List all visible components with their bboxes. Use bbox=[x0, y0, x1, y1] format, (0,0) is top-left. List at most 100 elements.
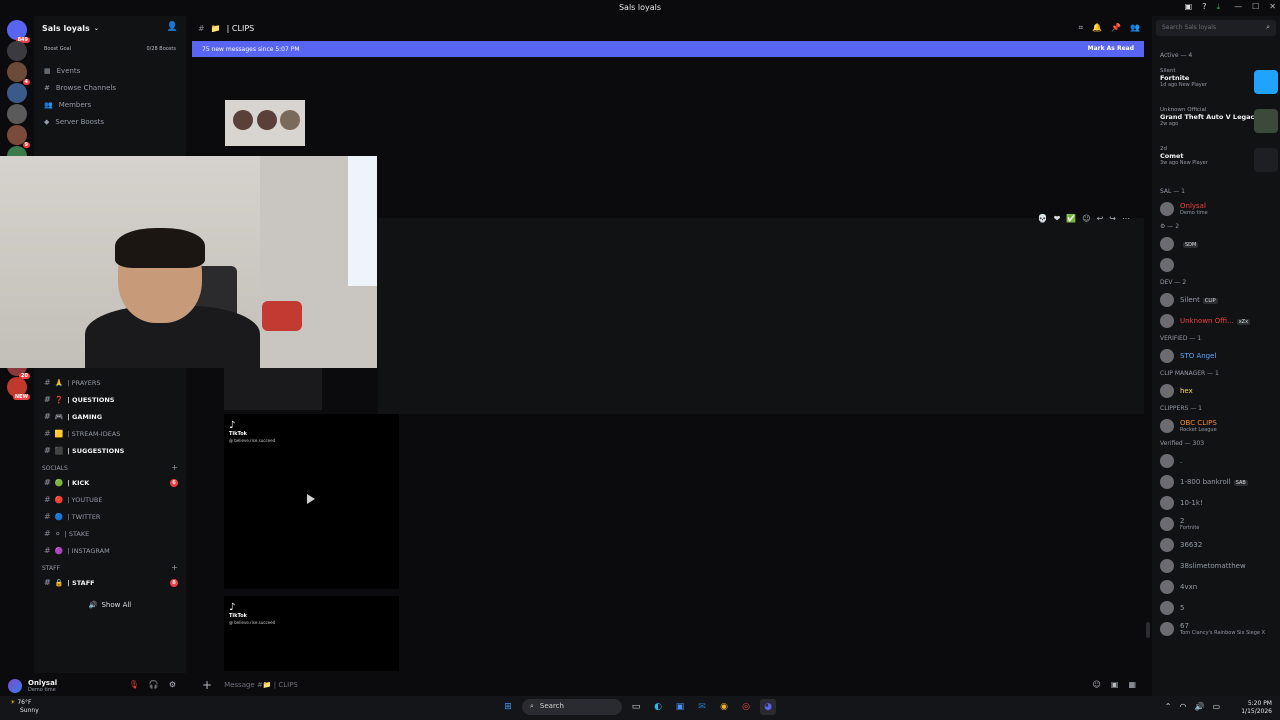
member-list-icon[interactable]: 👥 bbox=[1130, 23, 1140, 33]
forward-icon[interactable]: ↪ bbox=[1109, 214, 1116, 223]
reply-icon[interactable]: ↩ bbox=[1097, 214, 1104, 223]
inbox-icon[interactable]: ▣ bbox=[1185, 2, 1193, 12]
add-channel-icon[interactable]: + bbox=[171, 563, 178, 572]
store-icon[interactable]: ▣ bbox=[672, 699, 688, 715]
task-view-icon[interactable]: ▭ bbox=[628, 699, 644, 715]
discord-icon[interactable]: ◕ bbox=[760, 699, 776, 715]
chat-scrollbar[interactable] bbox=[1146, 622, 1150, 638]
help-icon[interactable]: ? bbox=[1202, 2, 1206, 12]
category-socials[interactable]: SOCIALS + bbox=[34, 459, 186, 474]
outlook-icon[interactable]: ✉ bbox=[694, 699, 710, 715]
apps-icon[interactable]: ▦ bbox=[1128, 680, 1136, 689]
channel-item[interactable]: # 🟨 | STREAM-IDEAS bbox=[34, 425, 186, 442]
member-item[interactable]: Onlysal Demo time bbox=[1160, 200, 1208, 218]
menu-item-server-boosts[interactable]: ◆ Server Boosts bbox=[34, 113, 186, 130]
server-icon[interactable]: 849 bbox=[7, 20, 30, 43]
headphones-icon[interactable]: 🎧 bbox=[149, 680, 159, 689]
more-options-icon[interactable]: ⋯ bbox=[1122, 214, 1130, 223]
server-icon[interactable] bbox=[7, 41, 27, 61]
activity-card[interactable]: Silent Fortnite 1d ago New Player bbox=[1160, 68, 1278, 104]
emoji-icon[interactable]: ☺ bbox=[1093, 680, 1101, 689]
member-item[interactable]: hex bbox=[1160, 382, 1193, 400]
bell-icon[interactable]: 🔔 bbox=[1092, 23, 1102, 33]
server-icon[interactable] bbox=[7, 83, 27, 103]
server-icon[interactable]: 9 bbox=[7, 125, 30, 148]
channel-item[interactable]: # 🔵 | TWITTER bbox=[34, 508, 186, 525]
heart-reaction-icon[interactable]: ❤ bbox=[1054, 214, 1061, 223]
add-member-icon[interactable]: 👤 bbox=[167, 22, 178, 32]
channel-item[interactable]: # ⚪ | STAKE bbox=[34, 525, 186, 542]
activity-card[interactable]: Unknown Official Grand Theft Auto V Legac… bbox=[1160, 107, 1278, 143]
activity-card[interactable]: 2d Comet 3w ago New Player bbox=[1160, 146, 1278, 182]
channel-item[interactable]: # 🔒 | STAFF 8 bbox=[34, 574, 186, 591]
member-item[interactable]: 36632 bbox=[1160, 536, 1202, 554]
new-messages-bar[interactable]: 75 new messages since 5:07 PM Mark As Re… bbox=[192, 41, 1144, 57]
member-item[interactable]: 1-800 bankroll SAB bbox=[1160, 473, 1248, 491]
category-staff[interactable]: STAFF + bbox=[34, 559, 186, 574]
chevron-up-icon[interactable]: ⌃ bbox=[1165, 702, 1172, 711]
member-item[interactable]: Silent CLIP bbox=[1160, 291, 1218, 309]
taskbar-search[interactable]: ⌕ Search bbox=[522, 699, 622, 715]
check-reaction-icon[interactable]: ✅ bbox=[1066, 214, 1076, 223]
user-avatar[interactable] bbox=[8, 678, 22, 693]
threads-icon[interactable]: ⌗ bbox=[1079, 23, 1084, 33]
attach-plus-icon[interactable]: + bbox=[202, 678, 212, 692]
channel-item[interactable]: # 🟢 | KICK 6 bbox=[34, 474, 186, 491]
close-button[interactable]: ✕ bbox=[1269, 2, 1276, 11]
start-icon[interactable]: ⊞ bbox=[500, 699, 516, 715]
channel-item[interactable]: # 🔴 | YOUTUBE bbox=[34, 491, 186, 508]
boost-goal[interactable]: Boost Goal 0/28 Boosts bbox=[34, 40, 186, 52]
tiktok-video-embed[interactable]: ♪ TikTok @ believe.rise.succeed bbox=[224, 414, 399, 589]
app-icon[interactable]: ◎ bbox=[738, 699, 754, 715]
member-item[interactable]: 2 Fortnite bbox=[1160, 515, 1199, 533]
member-item[interactable]: SDM bbox=[1160, 235, 1199, 253]
member-item[interactable]: STO Angel bbox=[1160, 347, 1216, 365]
weather-widget[interactable]: ☀ 76°F Sunny bbox=[10, 699, 39, 715]
member-item[interactable]: Unknown Offi... xZx bbox=[1160, 312, 1251, 330]
maximize-button[interactable]: ☐ bbox=[1252, 2, 1259, 11]
message-composer[interactable]: + Message #📁 | CLIPS ☺ ▣ ▦ bbox=[192, 674, 1144, 696]
pin-icon[interactable]: 📌 bbox=[1111, 23, 1121, 33]
member-item[interactable]: . bbox=[1160, 452, 1182, 470]
show-all-button[interactable]: 🔊 Show All bbox=[42, 595, 178, 615]
battery-icon[interactable]: ▭ bbox=[1212, 702, 1220, 711]
clip-thumbnail[interactable] bbox=[225, 100, 305, 146]
member-item[interactable]: 67 Tom Clancy's Rainbow Six Siege X bbox=[1160, 620, 1265, 638]
settings-gear-icon[interactable]: ⚙ bbox=[169, 680, 176, 689]
channel-item[interactable]: # 🙏 | PRAYERS bbox=[34, 374, 186, 391]
member-item[interactable]: 5 bbox=[1160, 599, 1184, 617]
skull-reaction-icon[interactable]: 💀 bbox=[1038, 214, 1048, 223]
mute-icon[interactable]: 🎙 bbox=[129, 680, 139, 689]
sticker-icon[interactable]: ▣ bbox=[1111, 680, 1119, 689]
download-icon[interactable]: ⤓ bbox=[1216, 2, 1220, 12]
channel-item[interactable]: # 🟣 | INSTAGRAM bbox=[34, 542, 186, 559]
hovered-message[interactable] bbox=[378, 218, 1144, 414]
play-icon[interactable] bbox=[307, 494, 315, 504]
member-item[interactable]: 10-1k! bbox=[1160, 494, 1203, 512]
menu-item-browse-channels[interactable]: # Browse Channels bbox=[34, 79, 186, 96]
clip-thumbnail[interactable] bbox=[224, 368, 322, 410]
member-item[interactable]: 4vxn bbox=[1160, 578, 1197, 596]
message-input[interactable]: Message #📁 | CLIPS bbox=[224, 681, 298, 689]
add-channel-icon[interactable]: + bbox=[171, 463, 178, 472]
volume-icon[interactable]: 🔊 bbox=[1194, 702, 1204, 711]
channel-item[interactable]: # 🎮 | GAMING bbox=[34, 408, 186, 425]
server-header[interactable]: Sals loyals ⌄ 👤 bbox=[34, 16, 186, 40]
member-search-input[interactable]: Search Sals loyals ⌕ bbox=[1156, 20, 1276, 36]
server-icon[interactable]: 4 bbox=[7, 62, 30, 85]
member-item[interactable]: 38slimetomatthew bbox=[1160, 557, 1246, 575]
edge-icon[interactable]: ◐ bbox=[650, 699, 666, 715]
server-icon[interactable]: NEW bbox=[7, 377, 30, 400]
wifi-icon[interactable]: ◠ bbox=[1179, 702, 1186, 711]
server-icon[interactable] bbox=[7, 104, 27, 124]
member-item[interactable] bbox=[1160, 256, 1180, 274]
tiktok-video-embed[interactable]: ♪ TikTok @ believe.rise.succeed bbox=[224, 596, 399, 671]
clock[interactable]: 5:20 PM 1/15/2026 bbox=[1241, 700, 1272, 716]
member-item[interactable]: OBC CLIPS Rocket League bbox=[1160, 417, 1217, 435]
mark-as-read-button[interactable]: Mark As Read bbox=[1088, 45, 1134, 52]
minimize-button[interactable]: — bbox=[1234, 2, 1242, 11]
menu-item-events[interactable]: ▦ Events bbox=[34, 62, 186, 79]
channel-item[interactable]: # ⬛ | SUGGESTIONS bbox=[34, 442, 186, 459]
channel-item[interactable]: # ❓ | QUESTIONS bbox=[34, 391, 186, 408]
add-reaction-icon[interactable]: ☺ bbox=[1082, 214, 1090, 223]
